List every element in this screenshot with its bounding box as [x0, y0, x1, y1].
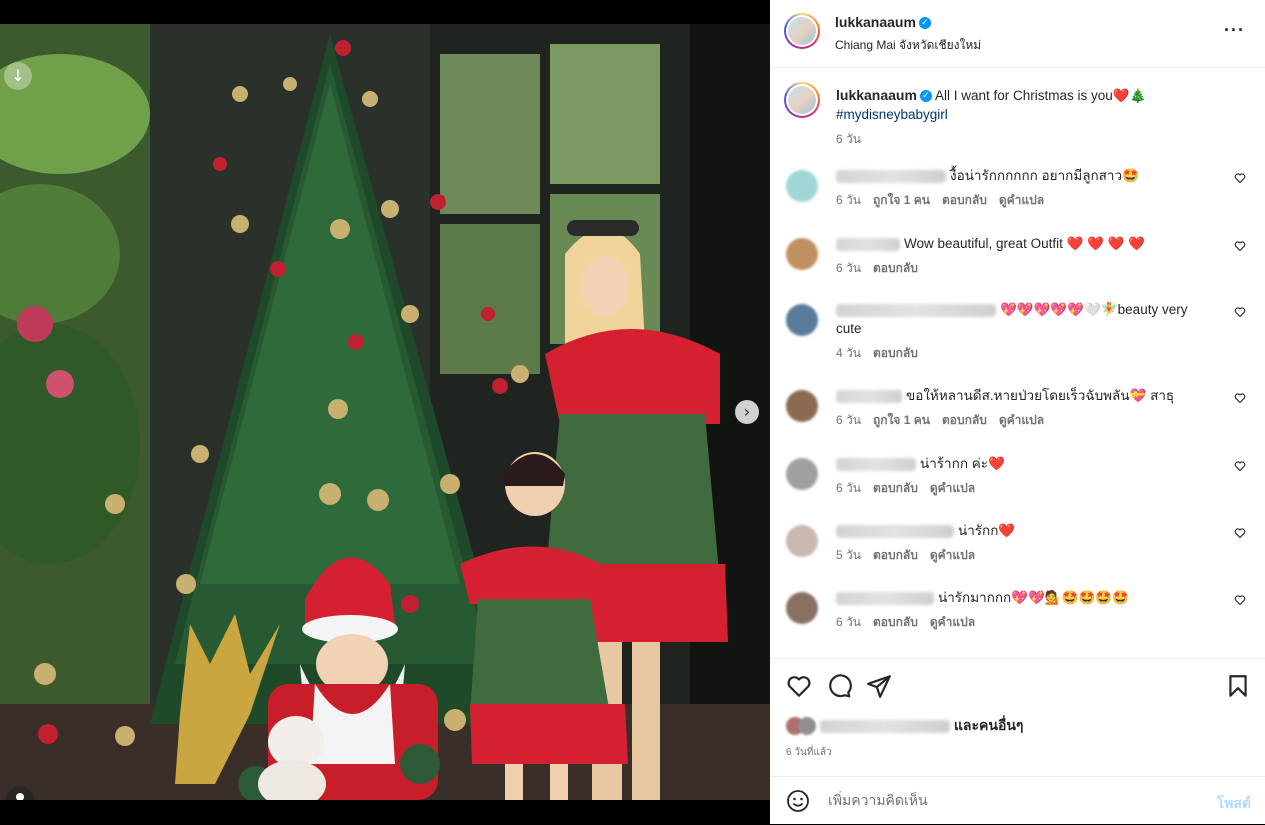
- likes-suffix: และคนอื่นๆ: [953, 717, 1024, 733]
- comment-text: Wow beautiful, great Outfit ❤️ ❤️ ❤️ ❤️: [904, 236, 1146, 251]
- post-header: lukkanaaum ✓ Chiang Mai จังหวัดเชียงใหม่ …: [770, 0, 1265, 68]
- commenter-username[interactable]: [836, 457, 916, 471]
- likes-summary[interactable]: และคนอื่นๆ: [786, 715, 1023, 737]
- chevron-right-icon[interactable]: ›: [735, 400, 759, 424]
- comment-text: ขอให้หลานดีส.หายป่วยโดยเร็วฉับพลัน💝 สาธุ: [906, 388, 1175, 403]
- comment-time[interactable]: 6 วัน: [836, 481, 861, 495]
- add-comment-bar: โพสต์: [770, 776, 1265, 825]
- post-photo[interactable]: ↓: [0, 24, 770, 800]
- caption-text: All I want for Christmas is you❤️🎄: [934, 88, 1147, 103]
- heart-icon[interactable]: [1234, 240, 1246, 252]
- caption-username[interactable]: lukkanaaum: [836, 87, 917, 103]
- more-icon[interactable]: ···: [1224, 20, 1245, 41]
- commenter-avatar[interactable]: [786, 238, 818, 270]
- comment-likes[interactable]: ถูกใจ 1 คน: [873, 413, 930, 427]
- comment-time[interactable]: 6 วัน: [836, 413, 861, 427]
- header-username[interactable]: lukkanaaum: [835, 14, 916, 30]
- avatar[interactable]: [784, 82, 820, 118]
- post-button[interactable]: โพสต์: [1217, 793, 1251, 815]
- heart-icon[interactable]: [1234, 460, 1246, 472]
- commenter-avatar[interactable]: [786, 525, 818, 557]
- heart-icon[interactable]: [1234, 306, 1246, 318]
- photo-illustration: [0, 24, 770, 800]
- commenter-username[interactable]: [836, 389, 902, 403]
- commenter-avatar[interactable]: [786, 170, 818, 202]
- verified-icon: ✓: [918, 16, 931, 29]
- comment-time[interactable]: 6 วัน: [836, 193, 861, 207]
- comment-text: งื้อน่ารักกกกกก อยากมีลูกสาว🤩: [950, 168, 1139, 183]
- emoji-icon[interactable]: [786, 789, 810, 813]
- verified-icon: ✓: [919, 90, 932, 103]
- bookmark-icon[interactable]: [1225, 673, 1251, 699]
- reply-button[interactable]: ตอบกลับ: [873, 261, 918, 275]
- commenter-username[interactable]: [836, 237, 900, 251]
- commenter-avatar[interactable]: [786, 592, 818, 624]
- commenter-username[interactable]: [836, 169, 946, 183]
- share-icon[interactable]: [866, 673, 892, 699]
- commenter-username[interactable]: [836, 303, 996, 317]
- reply-button[interactable]: ตอบกลับ: [873, 481, 918, 495]
- reply-button[interactable]: ตอบกลับ: [873, 548, 918, 562]
- comment-text: น่าร้ากก ค่ะ❤️: [920, 456, 1005, 471]
- commenter-avatar[interactable]: [786, 390, 818, 422]
- post-actions: และคนอื่นๆ 6 วันที่แล้ว: [770, 658, 1265, 777]
- comment-time[interactable]: 6 วัน: [836, 261, 861, 275]
- posted-time: 6 วันที่แล้ว: [786, 747, 832, 758]
- commenter-username[interactable]: [836, 591, 934, 605]
- heart-icon[interactable]: [1234, 172, 1246, 184]
- translate-button[interactable]: ดูคำแปล: [999, 193, 1044, 207]
- translate-button[interactable]: ดูคำแปล: [999, 413, 1044, 427]
- translate-button[interactable]: ดูคำแปล: [930, 481, 975, 495]
- commenter-avatar[interactable]: [786, 304, 818, 336]
- comment-time[interactable]: 6 วัน: [836, 615, 861, 629]
- tag-user-icon[interactable]: [6, 786, 34, 800]
- caption-time: 6 วัน: [836, 132, 861, 146]
- reply-button[interactable]: ตอบกลับ: [942, 193, 987, 207]
- reply-button[interactable]: ตอบกลับ: [942, 413, 987, 427]
- commenter-avatar[interactable]: [786, 458, 818, 490]
- comment-time[interactable]: 5 วัน: [836, 548, 861, 562]
- commenter-username[interactable]: [836, 524, 954, 538]
- translate-button[interactable]: ดูคำแปล: [930, 548, 975, 562]
- download-icon[interactable]: ↓: [4, 62, 32, 90]
- heart-icon[interactable]: [1234, 392, 1246, 404]
- post-media: ↓ ›: [0, 0, 770, 824]
- location-link[interactable]: Chiang Mai จังหวัดเชียงใหม่: [835, 36, 981, 55]
- reply-button[interactable]: ตอบกลับ: [873, 615, 918, 629]
- heart-icon[interactable]: [1234, 527, 1246, 539]
- comment-likes[interactable]: ถูกใจ 1 คน: [873, 193, 930, 207]
- comment-text: น่ารักมากกก💖💖💁🤩🤩🤩🤩: [938, 590, 1129, 605]
- heart-icon[interactable]: [1234, 594, 1246, 606]
- reply-button[interactable]: ตอบกลับ: [873, 346, 918, 360]
- avatar[interactable]: [784, 13, 820, 49]
- hashtag-link[interactable]: #mydisneybabygirl: [836, 107, 948, 122]
- comment-time[interactable]: 4 วัน: [836, 346, 861, 360]
- heart-icon[interactable]: [786, 673, 812, 699]
- comments-list[interactable]: lukkanaaum ✓ All I want for Christmas is …: [770, 68, 1265, 658]
- post-sidebar: lukkanaaum ✓ Chiang Mai จังหวัดเชียงใหม่ …: [770, 0, 1265, 824]
- comment-text: น่ารักก❤️: [958, 523, 1016, 538]
- comment-input[interactable]: [826, 791, 1190, 809]
- translate-button[interactable]: ดูคำแปล: [930, 615, 975, 629]
- comment-icon[interactable]: [826, 673, 852, 699]
